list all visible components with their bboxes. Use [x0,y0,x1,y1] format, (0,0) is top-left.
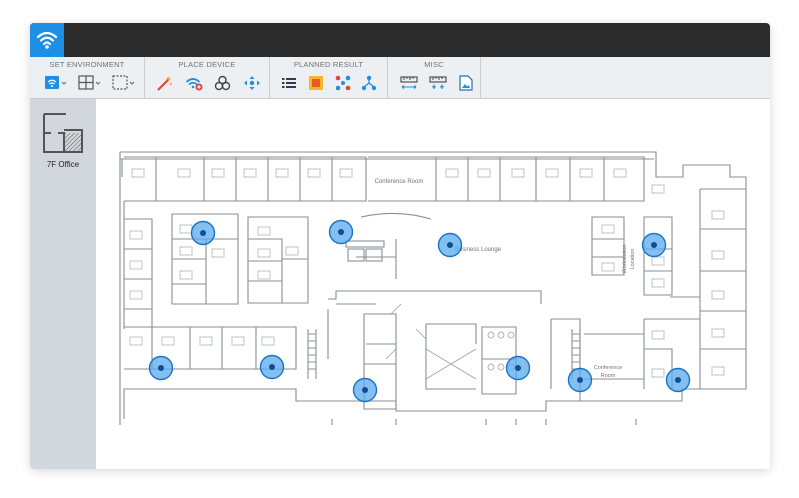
access-point-marker[interactable] [641,232,667,258]
business-lounge-label: Business Lounge [455,247,502,253]
add-access-point-icon [185,78,203,91]
conference-room-bottom-label: Conference [594,365,622,371]
floorplan-drawing: Conference Room Business Lounge Conferen… [119,151,747,425]
wifi-logo-icon[interactable] [30,23,64,57]
heatmap-button[interactable] [308,75,324,91]
floor-thumbnail[interactable] [41,111,85,155]
access-point-marker[interactable] [328,219,354,245]
scale-button[interactable] [429,75,447,91]
image-file-icon [459,75,473,91]
floor-name-label[interactable]: 7F Office [30,160,96,169]
coverage-icon [335,75,351,91]
toolbar: SET ENVIRONMENT PLACE DEVICE PLANNED RES… [30,57,770,99]
measure-button[interactable] [400,75,418,91]
workstation-label: Workstation [622,245,628,274]
floor-sidebar: 7F Office [30,99,96,469]
area-select-button[interactable] [112,75,136,91]
move-button[interactable] [243,75,261,91]
access-point-marker[interactable] [665,367,691,393]
coverage-button[interactable] [335,75,351,91]
grid-dropdown-icon [78,75,101,90]
ruler-icon [400,76,418,89]
floor-plan-icon [43,113,83,153]
access-point-marker[interactable] [505,355,531,381]
marquee-dropdown-icon [112,75,135,90]
list-button[interactable] [281,75,297,91]
set-environment-label: SET ENVIRONMENT [49,60,125,69]
place-device-label: PLACE DEVICE [178,60,236,69]
move-arrows-icon [244,76,260,90]
access-point-marker[interactable] [352,377,378,403]
topology-icon [361,75,377,91]
wifi-environment-button[interactable] [44,75,68,91]
place-device-group: PLACE DEVICE [145,57,270,98]
heatmap-icon [309,76,323,90]
title-bar [30,23,770,57]
access-point-marker[interactable] [259,354,285,380]
location-label: Location [630,249,636,270]
misc-label: MISC [424,60,444,69]
devices-button[interactable] [214,75,232,91]
auto-place-button[interactable] [156,75,174,91]
misc-group: MISC [388,57,481,98]
app-window: SET ENVIRONMENT PLACE DEVICE PLANNED RES… [30,23,770,469]
magic-wand-icon [157,76,172,91]
conference-room-top-label: Conference Room [375,179,424,185]
access-point-marker[interactable] [437,232,463,258]
scale-ruler-icon [429,76,447,89]
planned-result-label: PLANNED RESULT [293,60,364,69]
access-point-marker[interactable] [190,220,216,246]
set-environment-group: SET ENVIRONMENT [30,57,145,98]
access-point-marker[interactable] [148,355,174,381]
list-icon [282,78,296,88]
export-image-button[interactable] [458,75,474,91]
topology-button[interactable] [361,75,377,91]
device-group-icon [214,75,231,91]
planned-result-group: PLANNED RESULT [270,57,388,98]
grid-button[interactable] [78,75,102,91]
add-ap-button[interactable] [185,75,203,91]
access-point-marker[interactable] [567,367,593,393]
floorplan-canvas[interactable]: Conference Room Business Lounge Conferen… [96,99,770,469]
wifi-dropdown-icon [45,76,67,89]
conference-room-bottom-label-2: Room [601,373,616,379]
